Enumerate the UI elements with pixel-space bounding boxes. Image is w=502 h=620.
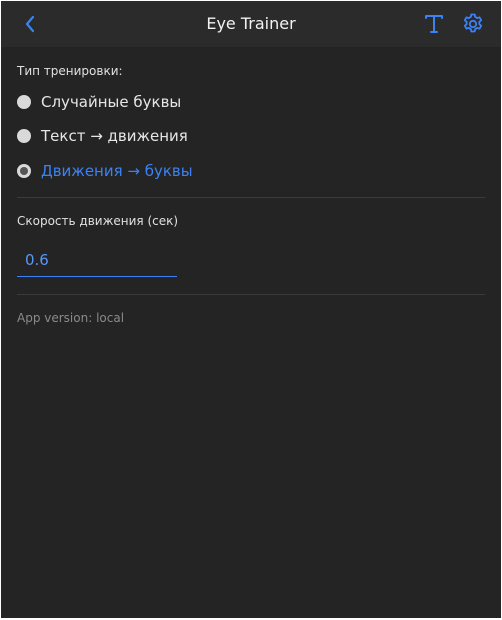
radio-button-selected[interactable] bbox=[17, 164, 31, 178]
radio-label: Текст → движения bbox=[41, 127, 188, 145]
settings-button[interactable] bbox=[460, 11, 486, 37]
app-window: Eye Trainer Тип тренировки: Случайные бу… bbox=[1, 1, 501, 618]
radio-label: Случайные буквы bbox=[41, 93, 182, 111]
top-bar: Eye Trainer bbox=[1, 1, 501, 47]
app-version: App version: local bbox=[17, 311, 125, 325]
radio-text-to-movements[interactable]: Текст → движения bbox=[17, 124, 188, 148]
radio-random-letters[interactable]: Случайные буквы bbox=[17, 90, 181, 114]
radio-button[interactable] bbox=[17, 95, 31, 109]
divider bbox=[17, 294, 485, 295]
speed-input[interactable] bbox=[17, 243, 177, 277]
training-type-label: Тип тренировки: bbox=[17, 64, 123, 78]
speed-label: Скорость движения (сек) bbox=[17, 214, 179, 228]
divider bbox=[17, 197, 485, 198]
text-T-icon bbox=[425, 15, 443, 33]
text-mode-button[interactable] bbox=[422, 12, 446, 36]
radio-movements-to-letters[interactable]: Движения → буквы bbox=[17, 159, 193, 183]
radio-button[interactable] bbox=[17, 129, 31, 143]
radio-label: Движения → буквы bbox=[41, 162, 193, 180]
gear-icon bbox=[463, 13, 483, 33]
